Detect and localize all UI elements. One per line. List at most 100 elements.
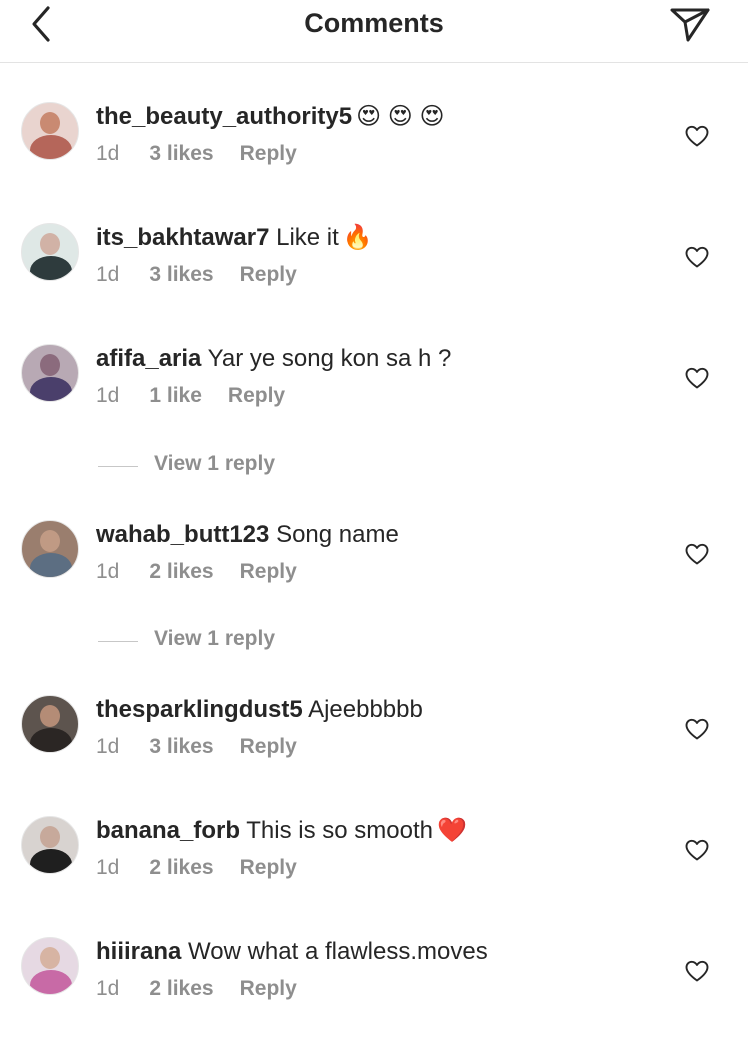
- like-button[interactable]: [684, 366, 710, 390]
- comment-time: 1d: [96, 142, 120, 165]
- avatar-shoulders: [30, 377, 72, 401]
- comment-username[interactable]: afifa_aria: [96, 345, 201, 372]
- comment-time: 1d: [96, 856, 120, 879]
- comment-body: Wow what a flawless.moves: [188, 938, 488, 965]
- comment-body: Yar ye song kon sa h ?: [207, 345, 452, 372]
- avatar-shoulders: [30, 135, 72, 159]
- likes-count[interactable]: 1 like: [149, 384, 202, 407]
- comment-text-line: its_bakhtawar7 Like it 🔥: [96, 221, 373, 255]
- comment-emoji: 🔥: [342, 224, 373, 251]
- comment-row: hiiirana Wow what a flawless.moves 1d 2 li…: [0, 937, 748, 1047]
- comment-meta: 1d 2 likes Reply: [96, 856, 323, 880]
- likes-count[interactable]: 3 likes: [149, 263, 213, 286]
- reply-button[interactable]: Reply: [240, 560, 297, 583]
- likes-count[interactable]: 2 likes: [149, 856, 213, 879]
- reply-button[interactable]: Reply: [240, 977, 297, 1000]
- avatar[interactable]: [21, 223, 79, 281]
- comment-meta: 1d 2 likes Reply: [96, 977, 323, 1001]
- replies-divider-line: [98, 466, 138, 467]
- avatar-face: [40, 233, 60, 255]
- avatar-face: [40, 530, 60, 552]
- heart-icon: [685, 718, 709, 740]
- comment-meta: 1d 3 likes Reply: [96, 735, 323, 759]
- comment-time: 1d: [96, 384, 120, 407]
- comment-username[interactable]: banana_forb: [96, 817, 240, 844]
- comment-text-line: hiiirana Wow what a flawless.moves: [96, 935, 488, 969]
- view-replies-label: View 1 reply: [154, 452, 276, 475]
- comment-row: its_bakhtawar7 Like it 🔥 1d 3 likes Reply: [0, 223, 748, 333]
- avatar-shoulders: [30, 728, 72, 752]
- comment-text-line: the_beauty_authority5 😍 😍 😍: [96, 100, 444, 134]
- share-button[interactable]: [668, 4, 712, 44]
- comment-row: afifa_aria Yar ye song kon sa h ? 1d 1 lik…: [0, 344, 748, 454]
- comment-time: 1d: [96, 977, 120, 1000]
- heart-icon: [685, 125, 709, 147]
- avatar-face: [40, 705, 60, 727]
- avatar[interactable]: [21, 816, 79, 874]
- comment-text-line: wahab_butt123 Song name: [96, 518, 399, 552]
- like-button[interactable]: [684, 959, 710, 983]
- like-button[interactable]: [684, 124, 710, 148]
- comment-body: Song name: [276, 521, 399, 548]
- comment-time: 1d: [96, 263, 120, 286]
- comment-row: wahab_butt123 Song name 1d 2 likes Reply: [0, 520, 748, 630]
- view-replies-label: View 1 reply: [154, 627, 276, 650]
- comment-username[interactable]: wahab_butt123: [96, 521, 269, 548]
- like-button[interactable]: [684, 542, 710, 566]
- comment-meta: 1d 1 like Reply: [96, 384, 311, 408]
- comment-username[interactable]: thesparklingdust5: [96, 696, 303, 723]
- comment-emoji: 😍 😍 😍: [356, 103, 445, 130]
- like-button[interactable]: [684, 245, 710, 269]
- like-button[interactable]: [684, 838, 710, 862]
- likes-count[interactable]: 2 likes: [149, 977, 213, 1000]
- avatar[interactable]: [21, 520, 79, 578]
- avatar-shoulders: [30, 553, 72, 577]
- comment-time: 1d: [96, 735, 120, 758]
- comment-text-line: afifa_aria Yar ye song kon sa h ?: [96, 342, 451, 376]
- comment-body: Ajeebbbbb: [308, 696, 423, 723]
- replies-divider-line: [98, 641, 138, 642]
- avatar-face: [40, 826, 60, 848]
- likes-count[interactable]: 3 likes: [149, 735, 213, 758]
- avatar-face: [40, 947, 60, 969]
- comment-body: This is so smooth: [246, 817, 433, 844]
- heart-icon: [685, 960, 709, 982]
- comment-username[interactable]: the_beauty_authority5: [96, 103, 352, 130]
- avatar-face: [40, 354, 60, 376]
- avatar[interactable]: [21, 937, 79, 995]
- comment-meta: 1d 2 likes Reply: [96, 560, 323, 584]
- comment-row: banana_forb This is so smooth ❤️ 1d 2 likes…: [0, 816, 748, 926]
- avatar[interactable]: [21, 102, 79, 160]
- comment-text-line: banana_forb This is so smooth ❤️: [96, 814, 467, 848]
- reply-button[interactable]: Reply: [240, 263, 297, 286]
- avatar[interactable]: [21, 344, 79, 402]
- like-button[interactable]: [684, 717, 710, 741]
- heart-icon: [685, 543, 709, 565]
- avatar[interactable]: [21, 695, 79, 753]
- reply-button[interactable]: Reply: [240, 856, 297, 879]
- comment-meta: 1d 3 likes Reply: [96, 142, 323, 166]
- reply-button[interactable]: Reply: [240, 735, 297, 758]
- heart-icon: [685, 367, 709, 389]
- comment-username[interactable]: its_bakhtawar7: [96, 224, 269, 251]
- comment-text-line: thesparklingdust5 Ajeebbbbb: [96, 693, 423, 727]
- paper-plane-icon: [670, 8, 710, 42]
- likes-count[interactable]: 3 likes: [149, 142, 213, 165]
- avatar-shoulders: [30, 849, 72, 873]
- comment-meta: 1d 3 likes Reply: [96, 263, 323, 287]
- comment-emoji: ❤️: [437, 817, 467, 844]
- comment-time: 1d: [96, 560, 120, 583]
- comment-body: Like it: [276, 224, 339, 251]
- heart-icon: [685, 839, 709, 861]
- heart-icon: [685, 246, 709, 268]
- comment-username[interactable]: hiiirana: [96, 938, 181, 965]
- comments-header: Comments: [0, 0, 748, 63]
- reply-button[interactable]: Reply: [228, 384, 285, 407]
- comment-row: the_beauty_authority5 😍 😍 😍 1d 3 likes Reply: [0, 102, 748, 212]
- page-title: Comments: [304, 8, 444, 38]
- likes-count[interactable]: 2 likes: [149, 560, 213, 583]
- avatar-face: [40, 112, 60, 134]
- reply-button[interactable]: Reply: [240, 142, 297, 165]
- avatar-shoulders: [30, 256, 72, 280]
- comment-row: thesparklingdust5 Ajeebbbbb 1d 3 likes Repl…: [0, 695, 748, 805]
